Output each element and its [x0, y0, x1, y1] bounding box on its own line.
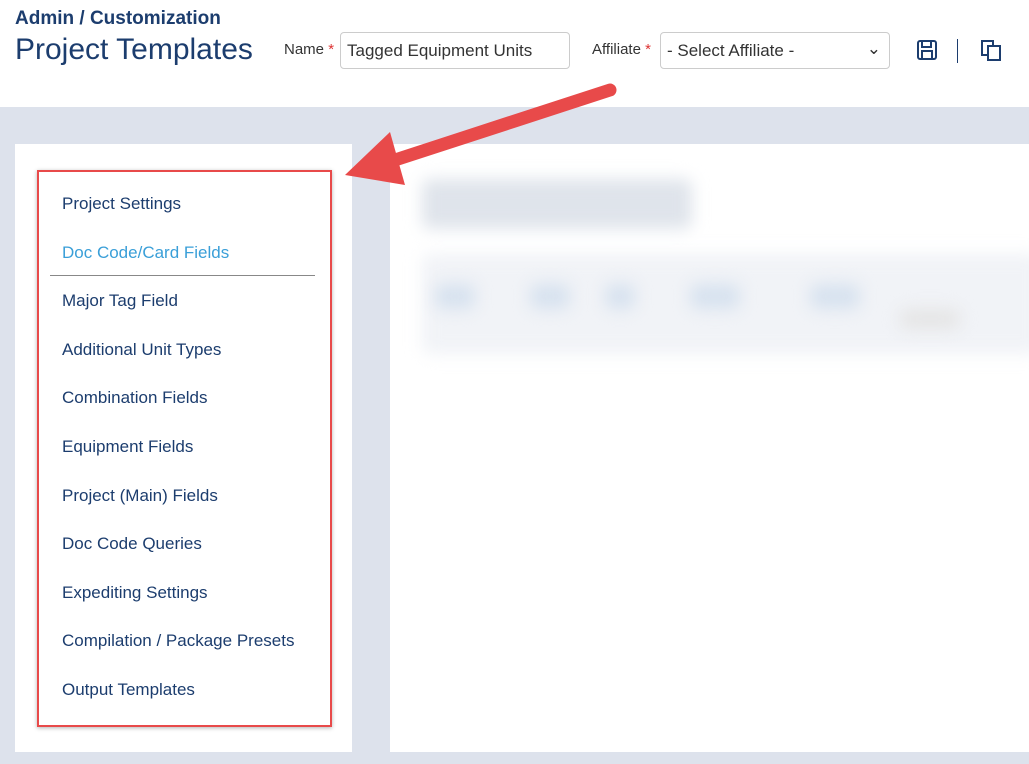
arrow-annotation	[345, 83, 617, 185]
